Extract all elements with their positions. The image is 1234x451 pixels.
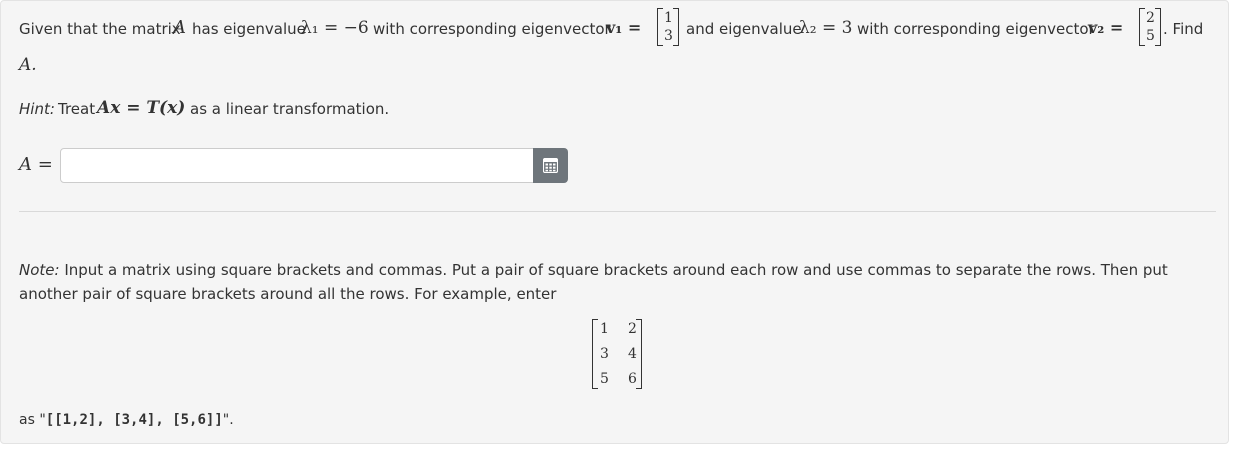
answer-label: A = — [19, 154, 53, 175]
note-text: Input a matrix using square brackets and… — [19, 261, 1168, 303]
example-cell-1-2: 2 — [628, 321, 637, 337]
example-as-suffix: ". — [222, 412, 234, 428]
v2-entry-1: 2 — [1146, 10, 1155, 26]
question-panel: Given that the matrix A has eigenvalue λ… — [0, 0, 1229, 444]
question-text-has-eig: has eigenvalue — [192, 20, 306, 38]
matrix-input-button[interactable] — [533, 148, 568, 183]
example-cell-2-1: 3 — [600, 346, 609, 362]
v1-vector: 1 3 — [657, 8, 679, 46]
v2-label: v₂ = — [1088, 18, 1124, 37]
v2-entry-2: 5 — [1146, 28, 1155, 44]
question-text-with-vec2: with corresponding eigenvector — [857, 20, 1095, 38]
example-cell-2-2: 4 — [628, 346, 637, 362]
divider — [19, 211, 1216, 212]
example-text-line: as "[[1,2], [3,4], [5,6]]". — [19, 412, 234, 428]
matrix-grid-icon — [543, 158, 558, 173]
example-cell-1-1: 1 — [600, 321, 609, 337]
question-text-with-vec: with corresponding eigenvector — [373, 20, 611, 38]
var-A: A — [173, 17, 186, 38]
example-cell-3-2: 6 — [628, 371, 637, 387]
question-text-find: . Find — [1163, 20, 1204, 38]
lambda2: λ₂ = 3 — [799, 18, 853, 38]
question-text-and-eig: and eigenvalue — [686, 20, 802, 38]
question-A-end: A. — [19, 55, 37, 75]
hint-label: Hint: — [19, 100, 55, 118]
example-as-prefix: as " — [19, 412, 46, 428]
hint-equation: Ax = T(x) — [97, 98, 186, 118]
question-text-given: Given that the matrix — [19, 20, 181, 38]
v1-entry-1: 1 — [664, 10, 673, 26]
example-cell-3-1: 5 — [600, 371, 609, 387]
hint-text-treat: Treat — [58, 100, 96, 118]
note-paragraph: Note: Input a matrix using square bracke… — [19, 258, 1214, 306]
lambda1: λ₁ = −6 — [301, 18, 369, 38]
v2-vector: 2 5 — [1139, 8, 1161, 46]
answer-input[interactable] — [60, 148, 534, 183]
example-matrix: 1 2 3 4 5 6 — [592, 319, 642, 389]
v1-entry-2: 3 — [664, 28, 673, 44]
hint-text-rest: as a linear transformation. — [190, 100, 390, 118]
v1-label: v₁ = — [606, 18, 642, 37]
note-label: Note: — [19, 261, 60, 279]
example-code: [[1,2], [3,4], [5,6]] — [45, 412, 223, 428]
